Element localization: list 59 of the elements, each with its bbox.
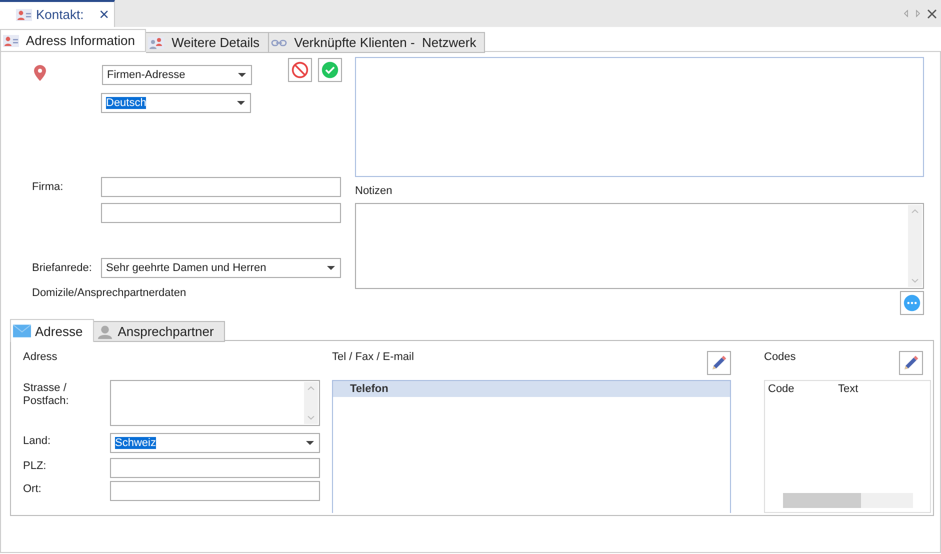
scrollbar[interactable] [304,382,318,424]
document-tab[interactable]: Kontakt: × [0,0,115,27]
contact-heading: Tel / Fax / E-mail [332,351,414,363]
scroll-left-icon[interactable] [903,9,909,18]
address-heading: Adress [23,351,58,363]
scrollbar[interactable] [908,205,922,287]
close-icon[interactable] [927,8,937,18]
notes-label: Notizen [355,185,392,197]
close-tab-button[interactable]: × [99,6,109,23]
confirm-button[interactable] [318,58,342,82]
salutation-dropdown[interactable]: Sehr geehrte Damen und Herren [101,258,341,278]
caret-icon [306,441,314,445]
ort-label: Ort: [23,482,42,496]
strasse-label: Strasse / Postfach: [23,381,70,408]
person-icon [96,324,114,338]
input-field[interactable] [101,177,341,197]
envelope-icon [13,324,31,338]
cancel-button[interactable] [288,58,312,82]
tab[interactable]: Weitere Details [146,32,269,53]
edit-button[interactable] [899,351,923,375]
tab[interactable]: Verknüpfte Klienten - Netzwerk [268,32,486,53]
codes-heading: Codes [764,351,796,363]
tab[interactable]: Adresse [10,319,94,342]
checkmark-icon [321,61,339,79]
notes-field[interactable] [355,203,924,289]
section-label: Domizile/Ansprechpartnerdaten [32,287,186,299]
land-label: Land: [23,434,52,448]
country-dropdown[interactable]: Schweiz [110,433,320,453]
input-field[interactable] [101,203,341,223]
edit-button[interactable] [707,351,731,375]
location-pin-icon [34,65,46,81]
firma-label: Firma: [32,180,64,193]
prohibited-icon [291,61,309,79]
contact-card-icon [3,34,19,46]
pencil-icon [710,354,728,372]
tab[interactable]: Ansprechpartner [94,321,225,342]
text-area[interactable] [355,57,924,177]
more-button[interactable] [900,291,924,315]
document-tab-title: Kontakt: [36,7,84,22]
column-header[interactable]: Code [768,383,838,395]
caret-icon [238,73,246,77]
plz-label: PLZ: [23,459,48,473]
briefanrede-label: Briefanrede: [32,261,93,274]
caret-icon [327,266,335,270]
street-field[interactable] [110,380,320,426]
language-dropdown[interactable]: Deutsch [101,93,251,113]
postal-code-field[interactable] [110,458,320,478]
scroll-right-icon[interactable] [915,9,921,18]
group-row[interactable]: Telefon [333,381,730,397]
people-icon [148,36,164,48]
caret-icon [237,101,245,105]
pencil-icon [902,354,920,372]
contact-card-icon [16,8,32,20]
more-icon [903,294,921,312]
column-header[interactable]: Text [838,383,908,395]
tab[interactable]: Adress Information [0,29,146,51]
scrollbar[interactable] [783,493,913,508]
city-field[interactable] [110,481,320,501]
address-type-dropdown[interactable]: Firmen-Adresse [102,65,252,85]
